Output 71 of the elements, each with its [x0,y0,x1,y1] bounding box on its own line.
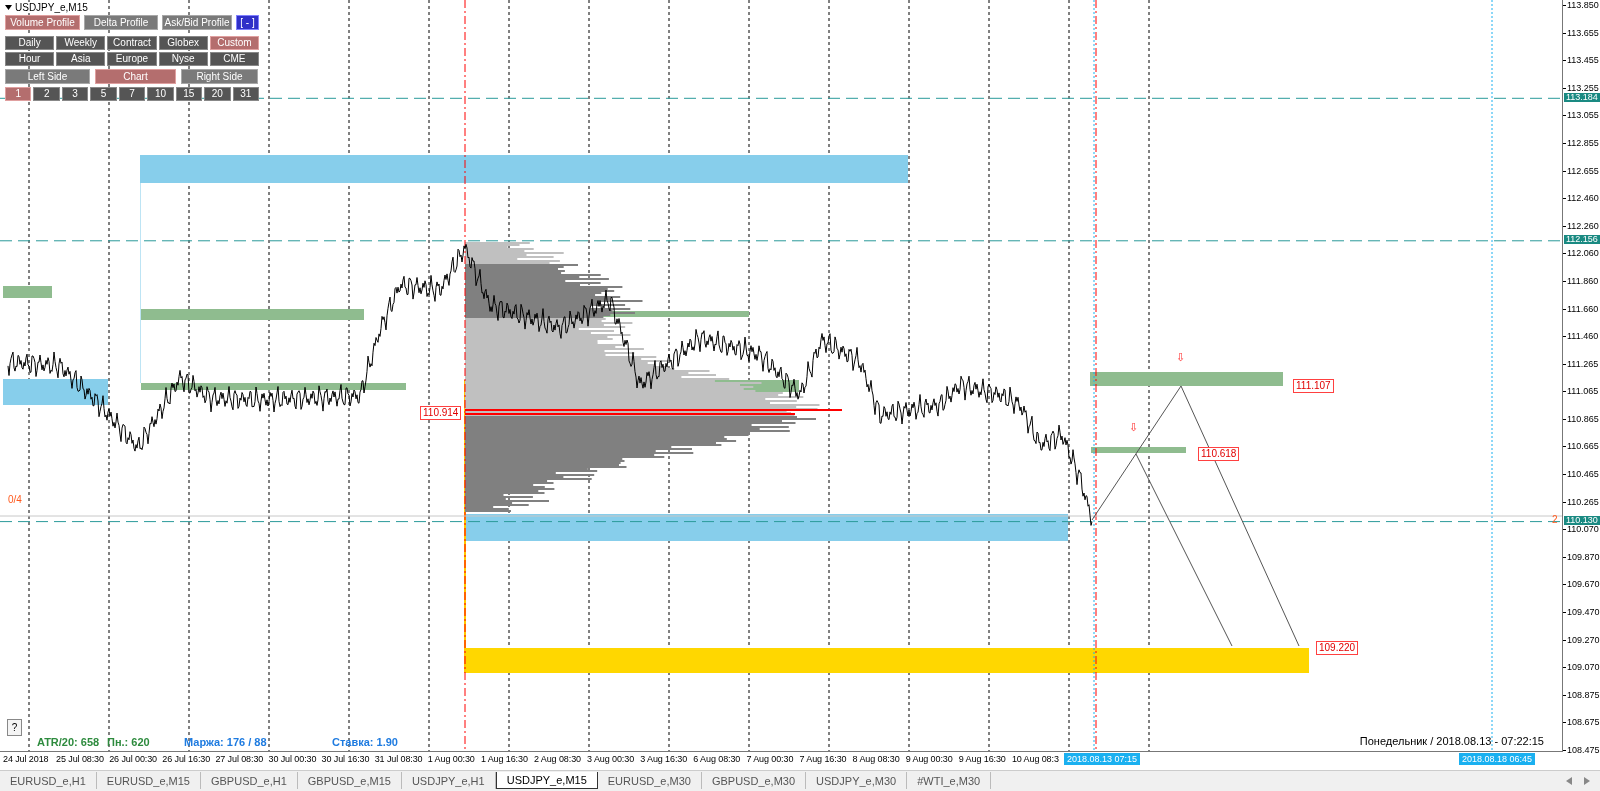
day-count-button[interactable]: 5 [90,87,117,101]
time-tick-label: 24 Jul 2018 [3,754,49,764]
price-zone [3,286,52,298]
time-tick-label: 26 Jul 00:30 [109,754,158,764]
range-button[interactable]: CME [209,52,259,66]
range-button[interactable]: Europe [107,52,157,66]
stat-text: Ставка: 1.90 [332,736,398,748]
day-count-button[interactable]: 20 [204,87,231,101]
day-count-button[interactable]: 15 [175,87,203,101]
day-count-button[interactable]: 31 [232,87,259,101]
time-tick-label: 9 Aug 16:30 [958,754,1006,764]
time-tick-label: 7 Aug 16:30 [799,754,847,764]
side-button[interactable]: Chart [95,69,176,84]
time-tick-label: 25 Jul 08:30 [56,754,104,764]
range-button[interactable]: Custom [209,36,259,50]
sell-arrow: ⇩ [1176,352,1186,364]
time-marker-label: 2018.08.18 06:45 [1459,753,1536,765]
collapse-button[interactable]: [ - ] [236,15,259,30]
price-label: 111.107 [1293,379,1334,394]
range-counter: 0/4 [8,494,22,505]
range-button[interactable]: Hour [5,52,55,66]
scroll-right-icon[interactable] [1584,776,1590,785]
time-tick-label: 31 Jul 08:30 [374,754,423,764]
range-button[interactable]: Nyse [158,52,208,66]
dropdown-caret-icon[interactable] [5,5,12,10]
time-tick-label: 27 Jul 08:30 [215,754,264,764]
stat-text: Маржа: 176 / 88 [184,736,267,748]
stat-text: ATR/20: 658 [37,736,100,748]
time-tick-label: 1 Aug 16:30 [480,754,528,764]
profile-tab[interactable]: Volume Profile [5,15,80,30]
time-tick-label: 9 Aug 00:30 [905,754,953,764]
time-tick-label: 30 Jul 00:30 [268,754,317,764]
range-button[interactable]: Contract [107,36,157,50]
day-count-button[interactable]: 10 [147,87,174,101]
time-tick-label: 8 Aug 08:30 [852,754,900,764]
symbol-title: USDJPY_e,M15 [15,2,88,13]
price-label: 109.220 [1316,640,1359,655]
range-button[interactable]: Weekly [56,36,106,50]
scroll-left-icon[interactable] [1566,776,1572,785]
time-tick-label: 7 Aug 00:30 [746,754,794,764]
day-count-button[interactable]: 7 [118,87,146,101]
range-button[interactable]: Globex [158,36,208,50]
day-count-button[interactable]: 2 [33,87,60,101]
time-tick-label: 6 Aug 08:30 [693,754,741,764]
time-marker-label: 2018.08.13 07:15 [1064,753,1141,765]
day-count-button[interactable]: 1 [5,87,32,101]
profile-tab[interactable]: Ask/Bid Profile [162,15,232,30]
help-button[interactable]: ? [7,719,22,736]
price-label: 110.618 [1198,446,1240,461]
time-tick-label: 2 Aug 08:30 [534,754,581,764]
date-time-text: Понедельник / 2018.08.13 - 07:22:15 [1359,735,1544,747]
day-count-button[interactable]: 3 [61,87,89,101]
price-label: 110.914 [420,405,462,420]
time-tick-label: 1 Aug 00:30 [427,754,475,764]
time-tick-label: 10 Aug 08:3 [1011,754,1059,764]
current-price-label: 113.184 [1564,93,1600,102]
current-price-label: 110.130 [1564,516,1600,526]
time-tick-label: 30 Jul 16:30 [321,754,370,764]
stat-text: Пн.: 620 [107,736,150,748]
side-button[interactable]: Right Side [181,69,258,84]
profile-tab[interactable]: Delta Profile [84,15,158,30]
range-button[interactable]: Daily [5,36,55,50]
current-price-label: 112.156 [1564,235,1600,245]
time-tick-label: 3 Aug 16:30 [640,754,688,764]
time-tick-label: 3 Aug 00:30 [587,754,635,764]
range-button[interactable]: Asia [56,52,106,66]
side-button[interactable]: Left Side [5,69,90,84]
symbol-tab[interactable]: USDJPY_e,M15 [495,772,598,790]
sell-arrow: ⇩ [1129,422,1139,434]
time-tick-label: 26 Jul 16:30 [162,754,211,764]
count-label: 2 [1552,514,1558,525]
